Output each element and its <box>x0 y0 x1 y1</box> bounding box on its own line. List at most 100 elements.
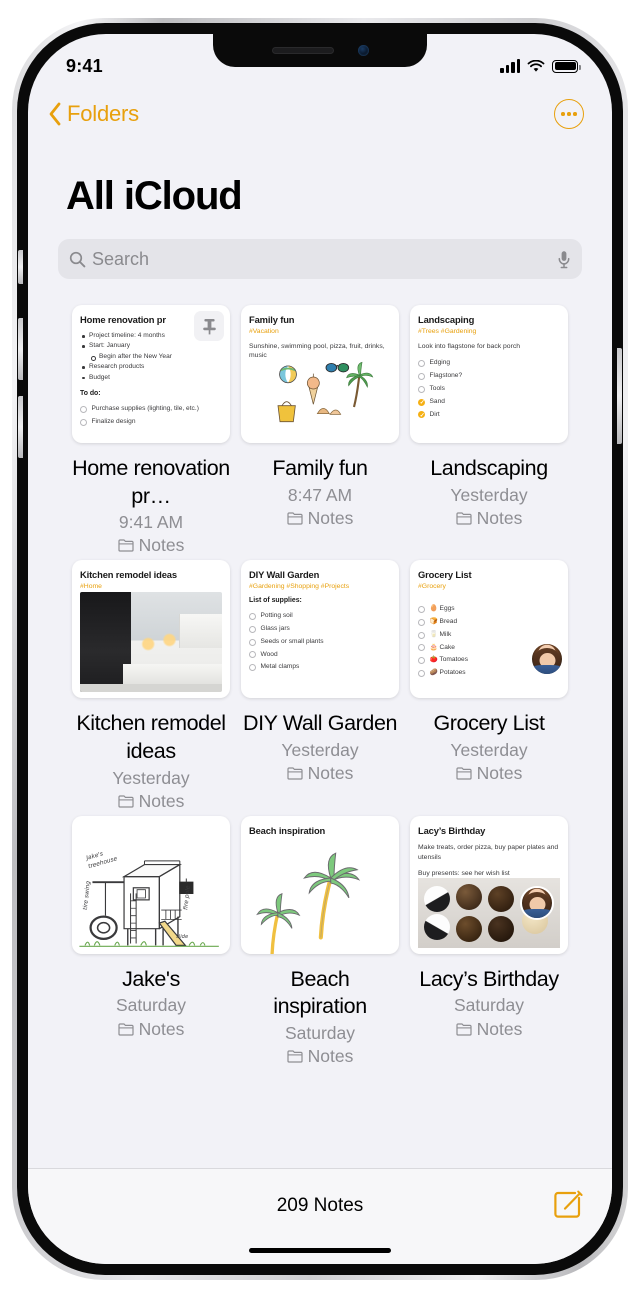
notch <box>213 34 427 67</box>
thumb-tags: #Home <box>80 582 102 590</box>
note-cell-kitchen-remodel[interactable]: Kitchen remodel ideas #Home Kitchen remo… <box>72 560 230 811</box>
note-cell-diy-wall-garden[interactable]: DIY Wall Garden #Gardening #Shopping #Pr… <box>241 560 399 811</box>
thumb-title: DIY Wall Garden <box>249 569 320 581</box>
microphone-icon[interactable] <box>557 250 571 269</box>
mute-switch[interactable] <box>18 250 23 284</box>
thumb-check-item: 🥛 Milk <box>418 629 560 642</box>
checkbox-icon <box>418 372 425 380</box>
home-indicator[interactable] <box>249 1247 391 1253</box>
checkbox-icon <box>418 605 425 613</box>
note-title: Beach inspiration <box>273 966 367 1019</box>
speaker-grille-icon <box>271 47 334 54</box>
checkbox-icon <box>418 631 425 639</box>
thumb-check-label: Purchase supplies (lighting, tile, etc.) <box>91 405 199 413</box>
back-button-folders[interactable]: Folders <box>48 101 139 127</box>
folder-icon <box>287 767 303 781</box>
thumb-check-label: 🎂 Cake <box>429 643 455 651</box>
note-timestamp: Yesterday <box>450 739 528 760</box>
wifi-icon <box>527 59 545 72</box>
thumb-check-label: Edging <box>429 359 451 367</box>
checkbox-icon <box>249 651 256 659</box>
thumb-subheading: List of supplies: <box>249 596 302 604</box>
checkbox-icon <box>418 670 425 678</box>
thumb-tags: #Vacation <box>249 327 279 335</box>
volume-down-button[interactable] <box>18 396 23 458</box>
svg-text:slide: slide <box>176 934 188 940</box>
note-timestamp: 8:47 AM <box>287 484 353 505</box>
thumb-check-label: Finalize design <box>91 417 136 425</box>
back-button-label: Folders <box>67 101 139 126</box>
battery-full-icon <box>552 59 581 73</box>
thumb-check-item: Edging <box>418 357 560 370</box>
checkbox-icon <box>249 638 256 646</box>
note-folder-label: Notes <box>307 763 354 784</box>
note-thumbnail[interactable]: Beach inspiration <box>241 815 399 954</box>
note-cell-family-fun[interactable]: Family fun #Vacation Sunshine, swimming … <box>241 305 399 556</box>
thumb-check-label: Potting soil <box>260 611 293 619</box>
checkbox-icon <box>418 618 425 626</box>
note-cell-lacys-birthday[interactable]: Lacy’s Birthday Make treats, order pizza… <box>410 815 568 1067</box>
thumb-check-label: Flagstone? <box>429 371 463 379</box>
navigation-bar: Folders <box>28 86 612 142</box>
power-button[interactable] <box>617 348 622 444</box>
checkbox-icon <box>418 644 425 652</box>
note-folder: Notes <box>287 1046 353 1067</box>
note-thumbnail[interactable]: Grocery List #Grocery 🥚 Eggs 🍞 Bread 🥛 M… <box>410 560 568 699</box>
note-cell-landscaping[interactable]: Landscaping #Trees #Gardening Look into … <box>410 305 568 556</box>
note-cell-beach-inspiration[interactable]: Beach inspiration Beach inspiration Satu… <box>241 815 399 1067</box>
thumb-check-item: Sand <box>418 396 560 410</box>
thumb-tags: #Trees #Gardening <box>418 327 477 335</box>
svg-text:fire pole: fire pole <box>182 885 192 910</box>
thumb-check-label: 🥚 Eggs <box>429 604 455 612</box>
note-thumbnail[interactable]: Jake's treehouse tire swing fire pole sl… <box>72 815 230 954</box>
thumb-title: Landscaping <box>418 314 475 325</box>
note-title: Landscaping <box>430 456 548 480</box>
checkbox-checked-icon <box>418 411 425 423</box>
collaborator-avatar <box>530 642 564 677</box>
svg-text:tire swing: tire swing <box>82 880 92 910</box>
notes-scroll-area[interactable]: All iCloud Search Home renovation pr Pro… <box>28 142 612 1168</box>
thumb-check-label: Seeds or small plants <box>260 637 324 645</box>
note-cell-jakes[interactable]: Jake's treehouse tire swing fire pole sl… <box>72 815 230 1067</box>
thumb-title: Lacy’s Birthday <box>418 824 486 836</box>
compose-note-icon[interactable] <box>552 1189 584 1221</box>
thumb-check-label: Sand <box>429 397 445 405</box>
note-thumbnail[interactable]: Home renovation pr Project timeline: 4 m… <box>72 305 230 443</box>
thumb-check-item: 🥚 Eggs <box>418 603 560 616</box>
note-cell-home-renovation[interactable]: Home renovation pr Project timeline: 4 m… <box>72 305 230 556</box>
notes-grid: Home renovation pr Project timeline: 4 m… <box>28 279 612 1077</box>
pin-badge <box>194 311 224 341</box>
note-folder-label: Notes <box>476 1018 523 1039</box>
thumb-check-label: Tools <box>429 384 445 392</box>
note-folder: Notes <box>287 508 353 529</box>
volume-up-button[interactable] <box>18 318 23 380</box>
thumb-checklist: Edging Flagstone? Tools Sand Dirt <box>418 357 560 423</box>
device-frame: 9:41 Folders All iCloud Search Home reno… <box>12 18 628 1280</box>
thumb-checklist: Potting soil Glass jars Seeds or small p… <box>249 610 391 674</box>
note-thumbnail[interactable]: Family fun #Vacation Sunshine, swimming … <box>241 305 399 443</box>
ellipsis-circle-icon[interactable] <box>554 99 584 129</box>
note-timestamp: 9:41 AM <box>118 512 184 533</box>
note-thumbnail[interactable]: Lacy’s Birthday Make treats, order pizza… <box>410 815 568 954</box>
search-field[interactable]: Search <box>58 239 582 279</box>
thumb-check-item: Seeds or small plants <box>249 636 391 649</box>
folder-icon <box>456 767 472 781</box>
note-folder: Notes <box>118 535 185 556</box>
checkbox-icon <box>80 405 87 413</box>
note-thumbnail[interactable]: DIY Wall Garden #Gardening #Shopping #Pr… <box>241 560 399 699</box>
checkbox-icon <box>418 360 425 368</box>
checkbox-icon <box>249 625 256 633</box>
phone-screen: 9:41 Folders All iCloud Search Home reno… <box>28 34 612 1264</box>
note-thumbnail[interactable]: Kitchen remodel ideas #Home <box>72 560 230 699</box>
search-input-placeholder[interactable]: Search <box>92 249 557 270</box>
note-cell-grocery-list[interactable]: Grocery List #Grocery 🥚 Eggs 🍞 Bread 🥛 M… <box>410 560 568 811</box>
beach-doodles-sketch <box>277 361 374 423</box>
thumb-check-item: 🍞 Bread <box>418 616 560 629</box>
thumb-check-label: Wood <box>260 650 278 658</box>
thumb-check-label: Dirt <box>429 410 440 418</box>
note-thumbnail[interactable]: Landscaping #Trees #Gardening Look into … <box>410 305 568 443</box>
thumb-check-item: Glass jars <box>249 623 391 636</box>
note-title: Kitchen remodel ideas <box>76 711 226 763</box>
treehouse-sketch: Jake's treehouse tire swing fire pole sl… <box>79 850 219 947</box>
note-folder-label: Notes <box>138 535 185 556</box>
